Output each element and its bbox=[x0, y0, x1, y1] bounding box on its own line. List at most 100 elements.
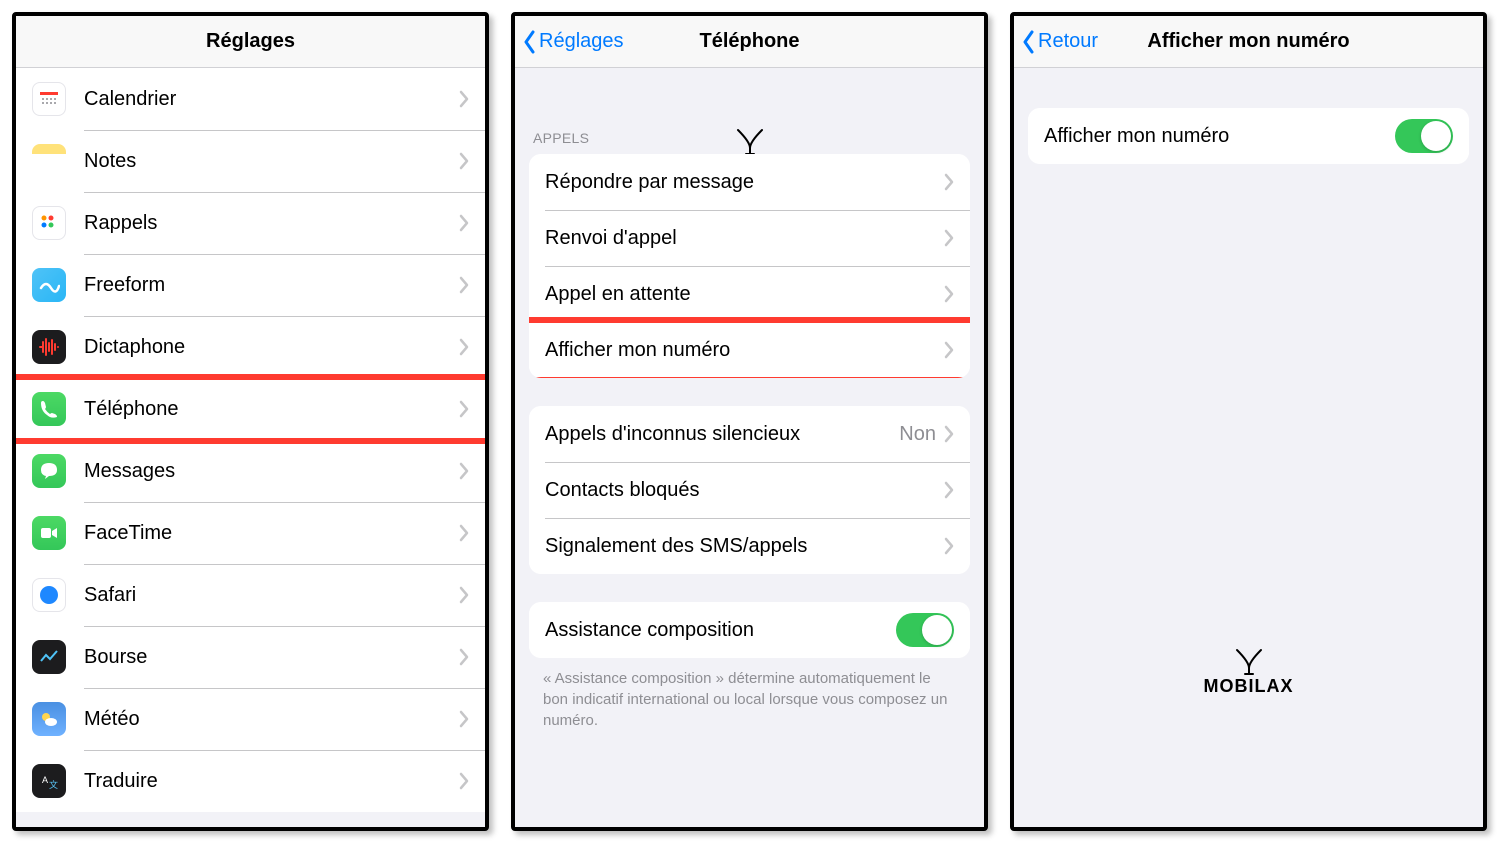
row-label: Assistance composition bbox=[545, 619, 896, 642]
phone-settings-panel: Réglages Téléphone MOBILAX Appels Répond… bbox=[511, 12, 988, 831]
dialassist-toggle[interactable] bbox=[896, 613, 954, 647]
phone-icon bbox=[32, 392, 66, 426]
show-my-number-toggle[interactable] bbox=[1395, 119, 1453, 153]
settings-root-panel: Réglages Calendrier Notes Rappels Freeform D… bbox=[12, 12, 489, 831]
row-showid[interactable]: Afficher mon numéro bbox=[529, 322, 970, 378]
chevron-right-icon bbox=[459, 152, 469, 170]
settings-row-messages[interactable]: Messages bbox=[16, 440, 485, 502]
row-label: Bourse bbox=[84, 646, 459, 669]
chevron-right-icon bbox=[459, 400, 469, 418]
voicememo-icon bbox=[32, 330, 66, 364]
row-label: Appels d'inconnus silencieux bbox=[545, 423, 899, 446]
chevron-right-icon bbox=[459, 276, 469, 294]
back-button[interactable]: Retour bbox=[1022, 16, 1098, 67]
show-id-content: Afficher mon numéro MOBILAX bbox=[1014, 68, 1483, 827]
translate-icon: A文 bbox=[32, 764, 66, 798]
settings-row-voicememo[interactable]: Dictaphone bbox=[16, 316, 485, 378]
chevron-right-icon bbox=[459, 524, 469, 542]
settings-row-notes[interactable]: Notes bbox=[16, 130, 485, 192]
settings-row-freeform[interactable]: Freeform bbox=[16, 254, 485, 316]
nav-bar: Réglages bbox=[16, 16, 485, 68]
settings-row-stocks[interactable]: Bourse bbox=[16, 626, 485, 688]
row-forward[interactable]: Renvoi d'appel bbox=[529, 210, 970, 266]
chevron-right-icon bbox=[459, 772, 469, 790]
back-button[interactable]: Réglages bbox=[523, 16, 624, 67]
chevron-right-icon bbox=[944, 341, 954, 359]
settings-row-safari[interactable]: Safari bbox=[16, 564, 485, 626]
row-label: Freeform bbox=[84, 274, 459, 297]
settings-row-translate[interactable]: A文 Traduire bbox=[16, 750, 485, 812]
weather-icon bbox=[32, 702, 66, 736]
settings-row-reminders[interactable]: Rappels bbox=[16, 192, 485, 254]
chevron-right-icon bbox=[459, 462, 469, 480]
calls-group-1: Répondre par message Renvoi d'appel Appel … bbox=[529, 154, 970, 378]
row-value: Non bbox=[899, 423, 936, 446]
facetime-icon bbox=[32, 516, 66, 550]
row-label: Messages bbox=[84, 460, 459, 483]
chevron-right-icon bbox=[459, 338, 469, 356]
chevron-right-icon bbox=[944, 425, 954, 443]
chevron-right-icon bbox=[944, 537, 954, 555]
chevron-right-icon bbox=[944, 285, 954, 303]
row-label: Dictaphone bbox=[84, 336, 459, 359]
row-label: Contacts bloqués bbox=[545, 479, 944, 502]
reminders-icon bbox=[32, 206, 66, 240]
row-label: Téléphone bbox=[84, 398, 459, 421]
chevron-right-icon bbox=[944, 229, 954, 247]
row-blocked[interactable]: Contacts bloqués bbox=[529, 462, 970, 518]
row-label: Météo bbox=[84, 708, 459, 731]
nav-title: Téléphone bbox=[699, 30, 799, 53]
chevron-right-icon bbox=[459, 214, 469, 232]
row-label: Traduire bbox=[84, 770, 459, 793]
settings-row-calendar[interactable]: Calendrier bbox=[16, 68, 485, 130]
notes-icon bbox=[32, 144, 66, 178]
chevron-right-icon bbox=[459, 710, 469, 728]
logo-text: MOBILAX bbox=[1204, 676, 1294, 697]
settings-row-weather[interactable]: Météo bbox=[16, 688, 485, 750]
chevron-left-icon bbox=[523, 30, 537, 54]
row-waiting[interactable]: Appel en attente bbox=[529, 266, 970, 322]
row-report[interactable]: Signalement des SMS/appels bbox=[529, 518, 970, 574]
back-label: Réglages bbox=[539, 30, 624, 53]
calls-group-2: Appels d'inconnus silencieuxNon Contacts … bbox=[529, 406, 970, 574]
mobilax-logo: MOBILAX bbox=[1204, 648, 1294, 697]
dial-assist-footer: « Assistance composition » détermine aut… bbox=[515, 668, 984, 745]
row-label: Appel en attente bbox=[545, 283, 944, 306]
row-label: Afficher mon numéro bbox=[545, 339, 944, 362]
row-label: Renvoi d'appel bbox=[545, 227, 944, 250]
row-dialassist[interactable]: Assistance composition bbox=[529, 602, 970, 658]
phone-settings-content: MOBILAX Appels Répondre par messageRenvo… bbox=[515, 68, 984, 827]
chevron-right-icon bbox=[944, 481, 954, 499]
nav-title: Réglages bbox=[206, 30, 295, 53]
chevron-right-icon bbox=[459, 648, 469, 666]
nav-bar: Réglages Téléphone bbox=[515, 16, 984, 68]
show-my-number-row[interactable]: Afficher mon numéro bbox=[1028, 108, 1469, 164]
row-silence[interactable]: Appels d'inconnus silencieuxNon bbox=[529, 406, 970, 462]
stocks-icon bbox=[32, 640, 66, 674]
row-label: Répondre par message bbox=[545, 171, 944, 194]
row-label: FaceTime bbox=[84, 522, 459, 545]
row-label: Safari bbox=[84, 584, 459, 607]
row-label: Notes bbox=[84, 150, 459, 173]
settings-row-facetime[interactable]: FaceTime bbox=[16, 502, 485, 564]
row-respond[interactable]: Répondre par message bbox=[529, 154, 970, 210]
show-id-group: Afficher mon numéro bbox=[1028, 108, 1469, 164]
chevron-right-icon bbox=[459, 586, 469, 604]
chevron-right-icon bbox=[459, 90, 469, 108]
row-label: Calendrier bbox=[84, 88, 459, 111]
row-label: Rappels bbox=[84, 212, 459, 235]
settings-row-phone[interactable]: Téléphone bbox=[16, 378, 485, 440]
settings-list: Calendrier Notes Rappels Freeform Dictaphone… bbox=[16, 68, 485, 827]
nav-bar: Retour Afficher mon numéro bbox=[1014, 16, 1483, 68]
svg-text:文: 文 bbox=[49, 779, 58, 790]
calendar-icon bbox=[32, 82, 66, 116]
row-label: Afficher mon numéro bbox=[1044, 125, 1395, 148]
show-caller-id-panel: Retour Afficher mon numéro Afficher mon … bbox=[1010, 12, 1487, 831]
chevron-right-icon bbox=[944, 173, 954, 191]
svg-text:A: A bbox=[42, 775, 48, 785]
dial-assist-group: Assistance composition bbox=[529, 602, 970, 658]
settings-group: Calendrier Notes Rappels Freeform Dictaphone… bbox=[16, 68, 485, 812]
freeform-icon bbox=[32, 268, 66, 302]
messages-icon bbox=[32, 454, 66, 488]
back-label: Retour bbox=[1038, 30, 1098, 53]
